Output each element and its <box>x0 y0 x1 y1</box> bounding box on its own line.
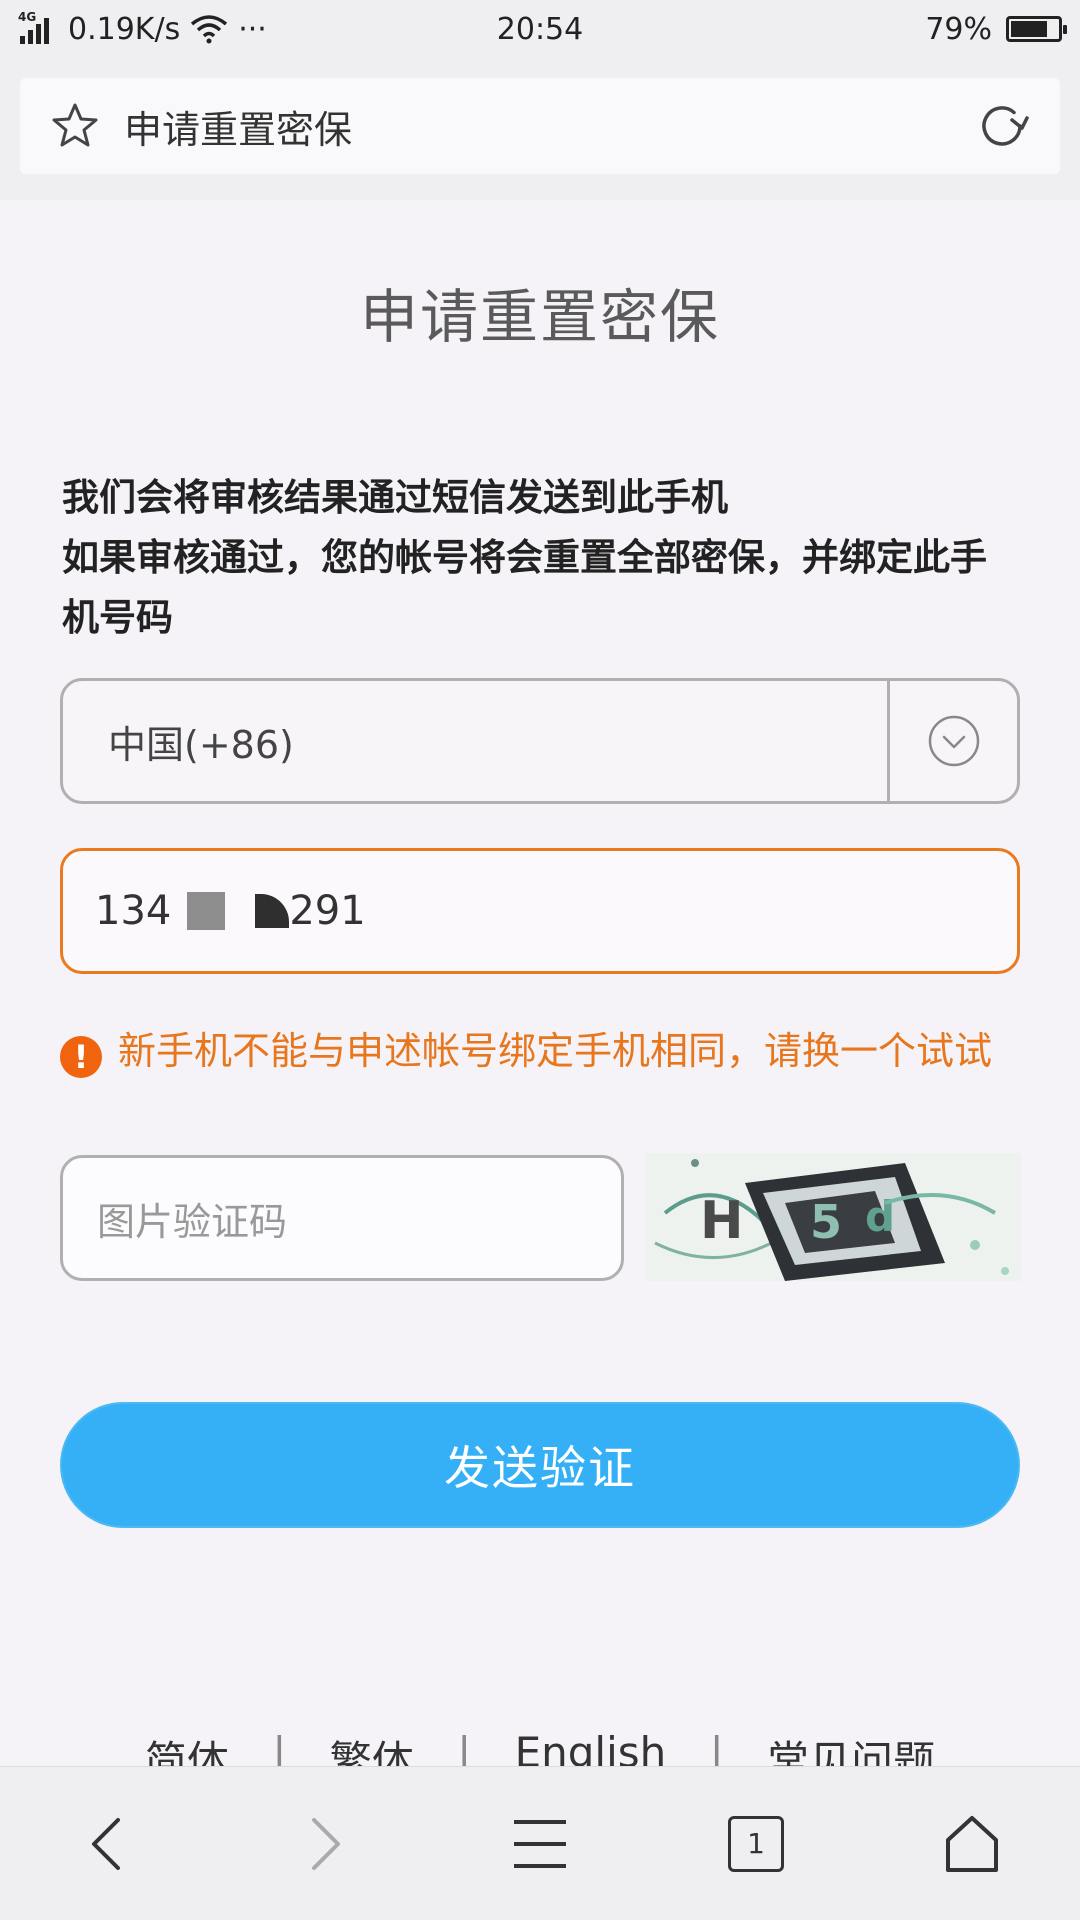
signal-icon: 4G <box>18 10 58 46</box>
notice-line-1: 我们会将审核结果通过短信发送到此手机 <box>62 476 728 519</box>
more-indicator: ··· <box>238 11 267 47</box>
redaction-mask <box>187 892 226 930</box>
status-right: 79% <box>925 11 1067 47</box>
error-text: 新手机不能与申述帐号绑定手机相同，请换一个试试 <box>118 1029 993 1073</box>
redaction-mask <box>255 894 290 928</box>
address-bar[interactable]: 申请重置密保 <box>20 78 1060 174</box>
back-icon <box>92 1817 120 1870</box>
battery-percent: 79% <box>925 11 992 47</box>
svg-text:H: H <box>700 1191 744 1251</box>
captcha-graphic: H 5 d <box>645 1153 1021 1281</box>
captcha-input[interactable]: 图片验证码 <box>60 1155 624 1281</box>
tabs-button[interactable]: 1 <box>701 1789 811 1899</box>
network-speed: 0.19K/s <box>68 11 181 47</box>
phone-number-input[interactable]: 134 291 <box>60 848 1020 974</box>
chevron-down-icon <box>928 715 979 767</box>
tabs-icon: 1 <box>728 1815 784 1872</box>
country-code-select[interactable]: 中国(+86) <box>60 678 1020 804</box>
address-title: 申请重置密保 <box>124 107 353 152</box>
send-verification-button[interactable]: 发送验证 <box>60 1402 1020 1528</box>
page-title: 申请重置密保 <box>359 283 720 351</box>
battery-fill <box>1011 21 1047 37</box>
notice-text: 我们会将审核结果通过短信发送到此手机 如果审核通过，您的帐号将会重置全部密保，并… <box>62 468 1022 648</box>
browser-bottom-nav: 1 <box>0 1766 1080 1920</box>
notice-line-2: 如果审核通过，您的帐号将会重置全部密保，并绑定此手机号码 <box>62 536 987 639</box>
status-bar: 4G 0.19K/s ··· 20:54 79% <box>0 0 1080 58</box>
captcha-image[interactable]: H 5 d <box>645 1153 1021 1281</box>
wifi-icon <box>191 15 228 44</box>
network-type: 4G <box>18 10 37 24</box>
forward-icon <box>312 1817 340 1870</box>
phone-prefix: 134 <box>95 888 172 934</box>
back-button[interactable] <box>53 1789 163 1899</box>
menu-button[interactable] <box>485 1789 595 1899</box>
home-icon <box>946 1815 998 1872</box>
status-left: 4G 0.19K/s ··· <box>18 10 267 47</box>
captcha-placeholder: 图片验证码 <box>97 1199 288 1244</box>
dropdown-toggle[interactable] <box>887 681 1017 801</box>
browser-toolbar: 申请重置密保 <box>0 58 1080 200</box>
home-button[interactable] <box>917 1789 1027 1899</box>
forward-button[interactable] <box>269 1789 379 1899</box>
refresh-icon[interactable] <box>974 98 1030 154</box>
svg-text:5: 5 <box>810 1195 842 1249</box>
error-message: ! 新手机不能与申述帐号绑定手机相同，请换一个试试 <box>60 1020 1020 1082</box>
phone-suffix: 291 <box>289 888 366 934</box>
tabs-count: 1 <box>747 1827 765 1860</box>
star-icon[interactable] <box>50 101 100 151</box>
country-code-value: 中国(+86) <box>108 722 294 767</box>
menu-icon <box>514 1819 566 1868</box>
warning-icon: ! <box>60 1036 102 1078</box>
battery-icon <box>1006 16 1067 42</box>
